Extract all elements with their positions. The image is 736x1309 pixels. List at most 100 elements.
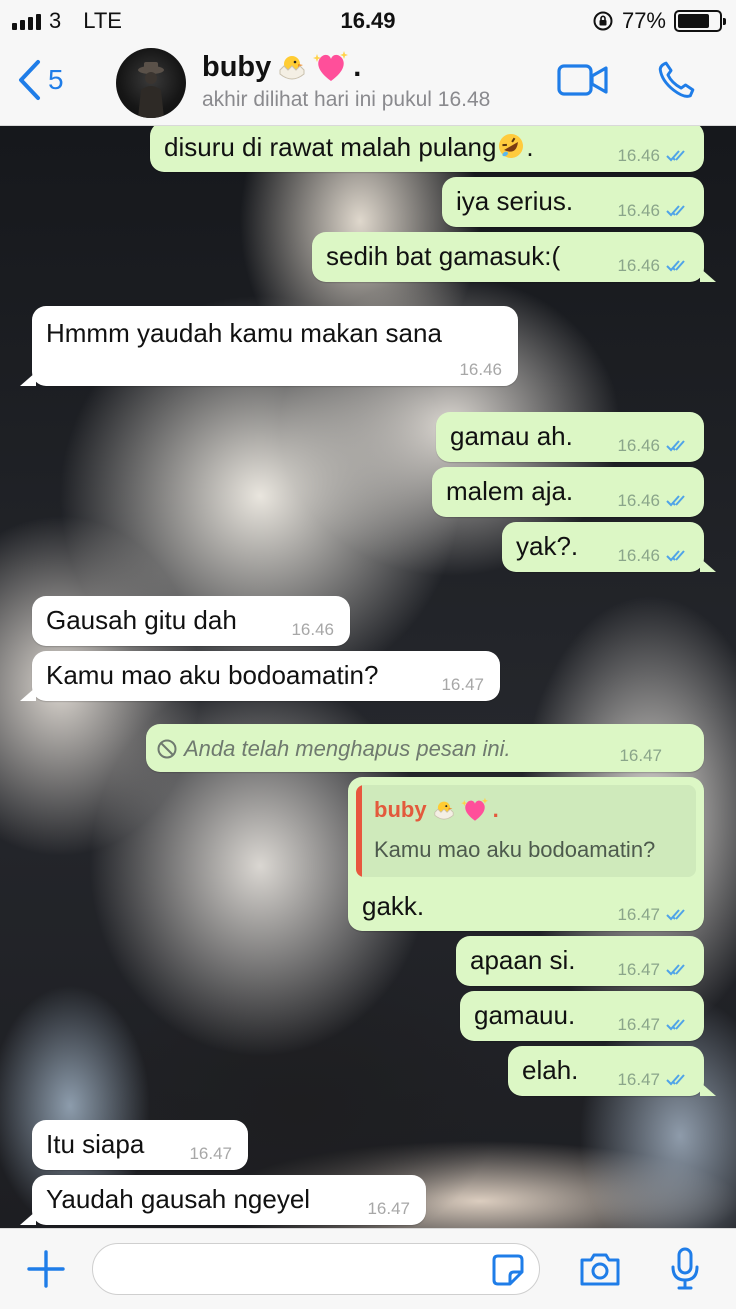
message-outgoing[interactable]: yak?. 16.46 <box>502 522 716 572</box>
message-incoming[interactable]: Kamu mao aku bodoamatin? 16.47 <box>20 651 500 701</box>
message-text: Gausah gitu dah <box>46 605 237 635</box>
message-time: 16.47 <box>617 1015 660 1034</box>
chat-header: 5 buby . akhir dilihat hari ini pukul 16… <box>0 42 736 126</box>
read-receipt-icon <box>666 909 685 921</box>
message-text: Hmmm yaudah kamu makan sana <box>46 318 442 348</box>
unread-count: 5 <box>48 64 64 95</box>
phone-icon <box>658 61 695 98</box>
quoted-message[interactable]: buby . Kamu mao aku bodoamatin? <box>356 785 696 877</box>
message-outgoing[interactable]: apaan si. 16.47 <box>456 936 704 986</box>
message-text: Itu siapa <box>46 1129 145 1159</box>
microphone-icon <box>671 1247 699 1290</box>
message-text: gamau ah. <box>450 421 573 451</box>
message-text: Anda telah menghapus pesan ini. <box>184 736 511 761</box>
contact-name-suffix: . <box>353 50 362 83</box>
message-incoming[interactable]: Gausah gitu dah 16.46 <box>32 596 350 646</box>
message-outgoing[interactable]: disuru di rawat malah pulang. 16.46 <box>150 126 704 172</box>
read-receipt-icon <box>666 550 685 562</box>
quoted-sender-name: buby <box>374 797 427 822</box>
avatar[interactable] <box>116 48 186 118</box>
message-outgoing[interactable]: iya serius. 16.46 <box>442 177 704 227</box>
message-text: Yaudah gausah ngeyel <box>46 1184 311 1214</box>
message-text: Kamu mao aku bodoamatin? <box>46 660 379 690</box>
message-time: 16.46 <box>459 360 502 379</box>
video-camera-icon <box>557 64 608 96</box>
attach-button[interactable] <box>26 1249 66 1294</box>
message-incoming[interactable]: Itu siapa 16.47 <box>32 1120 248 1170</box>
hatching-chick-icon <box>434 801 454 820</box>
message-text: sedih bat gamasuk:( <box>326 241 561 271</box>
plus-icon <box>27 1250 65 1288</box>
message-incoming[interactable]: Yaudah gausah ngeyel 16.47 <box>20 1175 426 1225</box>
sticker-button[interactable] <box>491 1253 525 1292</box>
contact-info[interactable]: buby . akhir dilihat hari ini pukul 16.4… <box>202 50 490 112</box>
quote-bar <box>356 785 362 877</box>
message-incoming[interactable]: Hmmm yaudah kamu makan sana 16.46 <box>20 306 518 386</box>
message-reply[interactable]: buby . Kamu mao aku bodoamatin? gakk. 16… <box>348 777 704 931</box>
message-time: 16.47 <box>441 675 484 694</box>
rofl-emoji-icon <box>499 134 524 158</box>
message-time: 16.47 <box>367 1199 410 1218</box>
last-seen-status: akhir dilihat hari ini pukul 16.48 <box>202 88 491 111</box>
battery-icon <box>674 10 726 32</box>
message-time: 16.46 <box>617 201 660 220</box>
message-text: apaan si. <box>470 945 576 975</box>
battery-percent: 77% <box>621 8 666 33</box>
message-deleted[interactable]: Anda telah menghapus pesan ini. 16.47 <box>146 724 704 772</box>
message-time: 16.47 <box>189 1144 232 1163</box>
message-time: 16.47 <box>617 960 660 979</box>
voice-call-button[interactable] <box>654 58 698 107</box>
read-receipt-icon <box>666 1019 685 1031</box>
message-outgoing[interactable]: malem aja. 16.46 <box>432 467 704 517</box>
message-text: gamauu. <box>474 1000 576 1030</box>
video-call-button[interactable] <box>556 62 610 103</box>
avatar-silhouette-icon <box>138 62 164 118</box>
chat-area[interactable]: disuru di rawat malah pulang. 16.46 iya … <box>0 126 736 1228</box>
voice-message-button[interactable] <box>670 1247 700 1296</box>
quoted-sender-suffix: . <box>492 797 499 822</box>
read-receipt-icon <box>666 150 685 162</box>
message-outgoing[interactable]: gamauu. 16.47 <box>460 991 704 1041</box>
message-text: disuru di rawat malah pulang <box>164 132 497 162</box>
read-receipt-icon <box>666 964 685 976</box>
chevron-left-icon <box>19 60 40 100</box>
battery-level <box>678 14 709 28</box>
camera-icon <box>580 1253 620 1286</box>
message-time: 16.46 <box>617 256 660 275</box>
sparkling-heart-icon <box>460 797 488 821</box>
back-button[interactable]: 5 <box>16 58 64 102</box>
sparkling-heart-icon <box>313 51 349 81</box>
message-time: 16.46 <box>617 491 660 510</box>
status-right: 77% <box>592 8 726 34</box>
quoted-sender: buby . <box>374 797 499 823</box>
contact-name: buby . <box>202 50 490 84</box>
message-text: malem aja. <box>446 476 574 506</box>
hatching-chick-icon <box>279 56 305 80</box>
prohibited-icon <box>157 739 177 759</box>
read-receipt-icon <box>666 440 685 452</box>
message-time: 16.46 <box>617 546 660 565</box>
message-text: iya serius. <box>456 186 574 216</box>
deleted-notice: Anda telah menghapus pesan ini. <box>156 736 511 762</box>
status-bar: 3 LTE 16.49 77% <box>0 0 736 42</box>
message-input[interactable] <box>92 1243 540 1295</box>
message-text: yak?. <box>516 531 579 561</box>
message-outgoing[interactable]: gamau ah. 16.46 <box>436 412 704 462</box>
message-outgoing[interactable]: sedih bat gamasuk:( 16.46 <box>312 232 716 282</box>
message-text-row: disuru di rawat malah pulang. <box>164 131 534 163</box>
message-text: gakk. <box>362 891 425 921</box>
camera-button[interactable] <box>578 1251 622 1292</box>
contact-name-text: buby <box>202 50 272 83</box>
message-time: 16.47 <box>617 905 660 924</box>
message-time: 16.46 <box>291 620 334 639</box>
message-time: 16.47 <box>619 746 662 765</box>
sticker-icon <box>492 1254 524 1286</box>
quoted-text: Kamu mao aku bodoamatin? <box>374 837 656 862</box>
read-receipt-icon <box>666 205 685 217</box>
read-receipt-icon <box>666 495 685 507</box>
message-outgoing[interactable]: elah. 16.47 <box>508 1046 716 1096</box>
composer-bar <box>0 1228 736 1309</box>
message-time: 16.46 <box>617 436 660 455</box>
message-text-suffix: . <box>526 132 534 162</box>
message-time: 16.46 <box>617 146 660 165</box>
